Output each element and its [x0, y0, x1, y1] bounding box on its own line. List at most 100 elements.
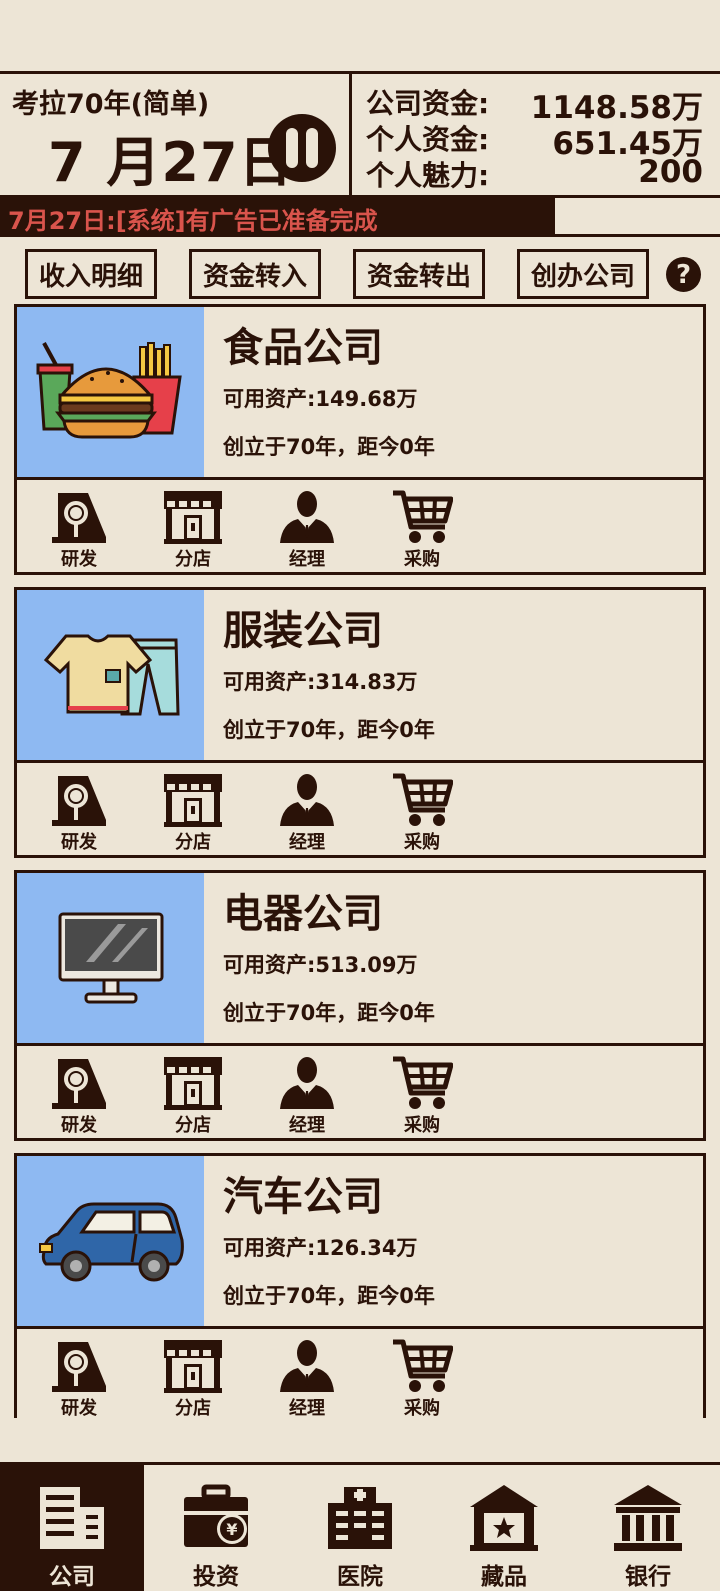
research-icon	[48, 1055, 110, 1111]
company-card-automobile[interactable]: 汽车公司 可用资产:126.34万 创立于70年，距今0年 研发 分店 经理 采…	[14, 1153, 706, 1419]
purchase-label: 采购	[404, 832, 440, 853]
burger-fries-icon	[36, 342, 182, 439]
company-name: 服装公司	[223, 608, 383, 654]
nav-hospital-label: 医院	[337, 1564, 383, 1590]
purchase-button[interactable]: 采购	[386, 485, 458, 570]
card-divider	[17, 760, 703, 763]
research-button[interactable]: 研发	[43, 1051, 115, 1136]
company-image	[17, 873, 204, 1043]
research-button[interactable]: 研发	[43, 1334, 115, 1419]
pause-button[interactable]	[268, 114, 336, 182]
nav-bank[interactable]: 银行	[576, 1465, 720, 1591]
research-label: 研发	[61, 549, 97, 570]
purchase-label: 采购	[404, 549, 440, 570]
create-company-button[interactable]: 创办公司	[517, 249, 649, 299]
manager-label: 经理	[289, 832, 325, 853]
store-icon	[162, 1055, 224, 1111]
company-name: 电器公司	[223, 891, 383, 937]
manager-button[interactable]: 经理	[271, 485, 343, 570]
game-date: 7 月27日	[48, 131, 294, 194]
monitor-icon	[58, 912, 163, 1004]
car-icon	[38, 1202, 184, 1282]
purchase-button[interactable]: 采购	[386, 768, 458, 853]
research-button[interactable]: 研发	[43, 768, 115, 853]
income-details-button[interactable]: 收入明细	[25, 249, 157, 299]
company-founded: 创立于70年，距今0年	[223, 435, 435, 459]
branch-store-button[interactable]: 分店	[157, 1051, 229, 1136]
nav-bank-label: 银行	[625, 1564, 671, 1590]
company-image	[17, 1156, 204, 1326]
nav-investment-label: 投资	[193, 1564, 239, 1590]
branch-store-button[interactable]: 分店	[157, 768, 229, 853]
store-icon	[162, 772, 224, 828]
svg-text:¥: ¥	[226, 1520, 237, 1539]
card-divider	[17, 1043, 703, 1046]
branch-store-button[interactable]: 分店	[157, 485, 229, 570]
manager-icon	[276, 1055, 338, 1111]
game-info-panel: 考拉70年(简单) 7 月27日	[0, 71, 352, 198]
message-bar[interactable]: 7月27日:[系统]有广告已准备完成	[0, 198, 720, 237]
branch-store-label: 分店	[175, 1398, 211, 1419]
purchase-label: 采购	[404, 1115, 440, 1136]
branch-store-label: 分店	[175, 1115, 211, 1136]
personal-funds-label: 个人资金:	[366, 123, 490, 156]
funds-transfer-in-button[interactable]: 资金转入	[189, 249, 321, 299]
manager-icon	[276, 772, 338, 828]
funds-transfer-out-button[interactable]: 资金转出	[353, 249, 485, 299]
company-founded: 创立于70年，距今0年	[223, 718, 435, 742]
nav-collection-label: 藏品	[481, 1564, 527, 1590]
company-card-clothing[interactable]: 服装公司 可用资产:314.83万 创立于70年，距今0年 研发 分店 经理 采…	[14, 587, 706, 858]
charisma-value: 200	[638, 154, 703, 190]
purchase-button[interactable]: 采购	[386, 1051, 458, 1136]
help-icon[interactable]: ?	[666, 257, 701, 292]
cart-icon	[391, 772, 453, 828]
store-icon	[162, 489, 224, 545]
company-card-food[interactable]: 食品公司 可用资产:149.68万 创立于70年，距今0年 研发 分店 经理 采…	[14, 304, 706, 575]
manager-button[interactable]: 经理	[271, 1334, 343, 1419]
company-funds-row: 公司资金: 1148.58万	[366, 82, 711, 126]
company-name: 汽车公司	[223, 1174, 383, 1220]
manager-button[interactable]: 经理	[271, 768, 343, 853]
funds-panel: 公司资金: 1148.58万 个人资金: 651.45万 个人魅力: 200	[349, 71, 720, 198]
company-assets: 可用资产:126.34万	[223, 1236, 418, 1260]
branch-store-label: 分店	[175, 549, 211, 570]
research-label: 研发	[61, 1398, 97, 1419]
manager-icon	[276, 489, 338, 545]
bank-icon	[614, 1485, 682, 1551]
manager-label: 经理	[289, 1115, 325, 1136]
purchase-button[interactable]: 采购	[386, 1334, 458, 1419]
card-divider	[17, 1326, 703, 1329]
company-building-icon	[40, 1487, 104, 1549]
manager-button[interactable]: 经理	[271, 1051, 343, 1136]
company-image	[17, 590, 204, 760]
company-card-electronics[interactable]: 电器公司 可用资产:513.09万 创立于70年，距今0年 研发 分店 经理 采…	[14, 870, 706, 1141]
manager-icon	[276, 1338, 338, 1394]
company-assets: 可用资产:149.68万	[223, 387, 418, 411]
branch-store-button[interactable]: 分店	[157, 1334, 229, 1419]
research-label: 研发	[61, 1115, 97, 1136]
charisma-label: 个人魅力:	[366, 159, 490, 192]
nav-collection[interactable]: 藏品	[432, 1465, 576, 1591]
manager-label: 经理	[289, 1398, 325, 1419]
company-funds-label: 公司资金:	[366, 87, 490, 120]
nav-investment[interactable]: ¥ 投资	[144, 1465, 288, 1591]
nav-company-label: 公司	[49, 1564, 95, 1590]
hospital-icon	[328, 1487, 392, 1549]
company-founded: 创立于70年，距今0年	[223, 1001, 435, 1025]
charisma-row: 个人魅力: 200	[366, 154, 711, 192]
company-assets: 可用资产:314.83万	[223, 670, 418, 694]
nav-company[interactable]: 公司	[0, 1465, 144, 1591]
card-divider	[17, 477, 703, 480]
museum-icon	[470, 1485, 538, 1551]
purchase-label: 采购	[404, 1398, 440, 1419]
company-image	[17, 307, 204, 477]
briefcase-yen-icon: ¥	[184, 1484, 248, 1547]
bottom-nav: 公司 ¥ 投资 医院 藏品 银行	[0, 1462, 720, 1591]
nav-hospital[interactable]: 医院	[288, 1465, 432, 1591]
personal-funds-row: 个人资金: 651.45万	[366, 118, 711, 162]
company-name: 食品公司	[223, 325, 383, 371]
research-button[interactable]: 研发	[43, 485, 115, 570]
company-assets: 可用资产:513.09万	[223, 953, 418, 977]
research-icon	[48, 1338, 110, 1394]
system-message: 7月27日:[系统]有广告已准备完成	[8, 207, 378, 235]
